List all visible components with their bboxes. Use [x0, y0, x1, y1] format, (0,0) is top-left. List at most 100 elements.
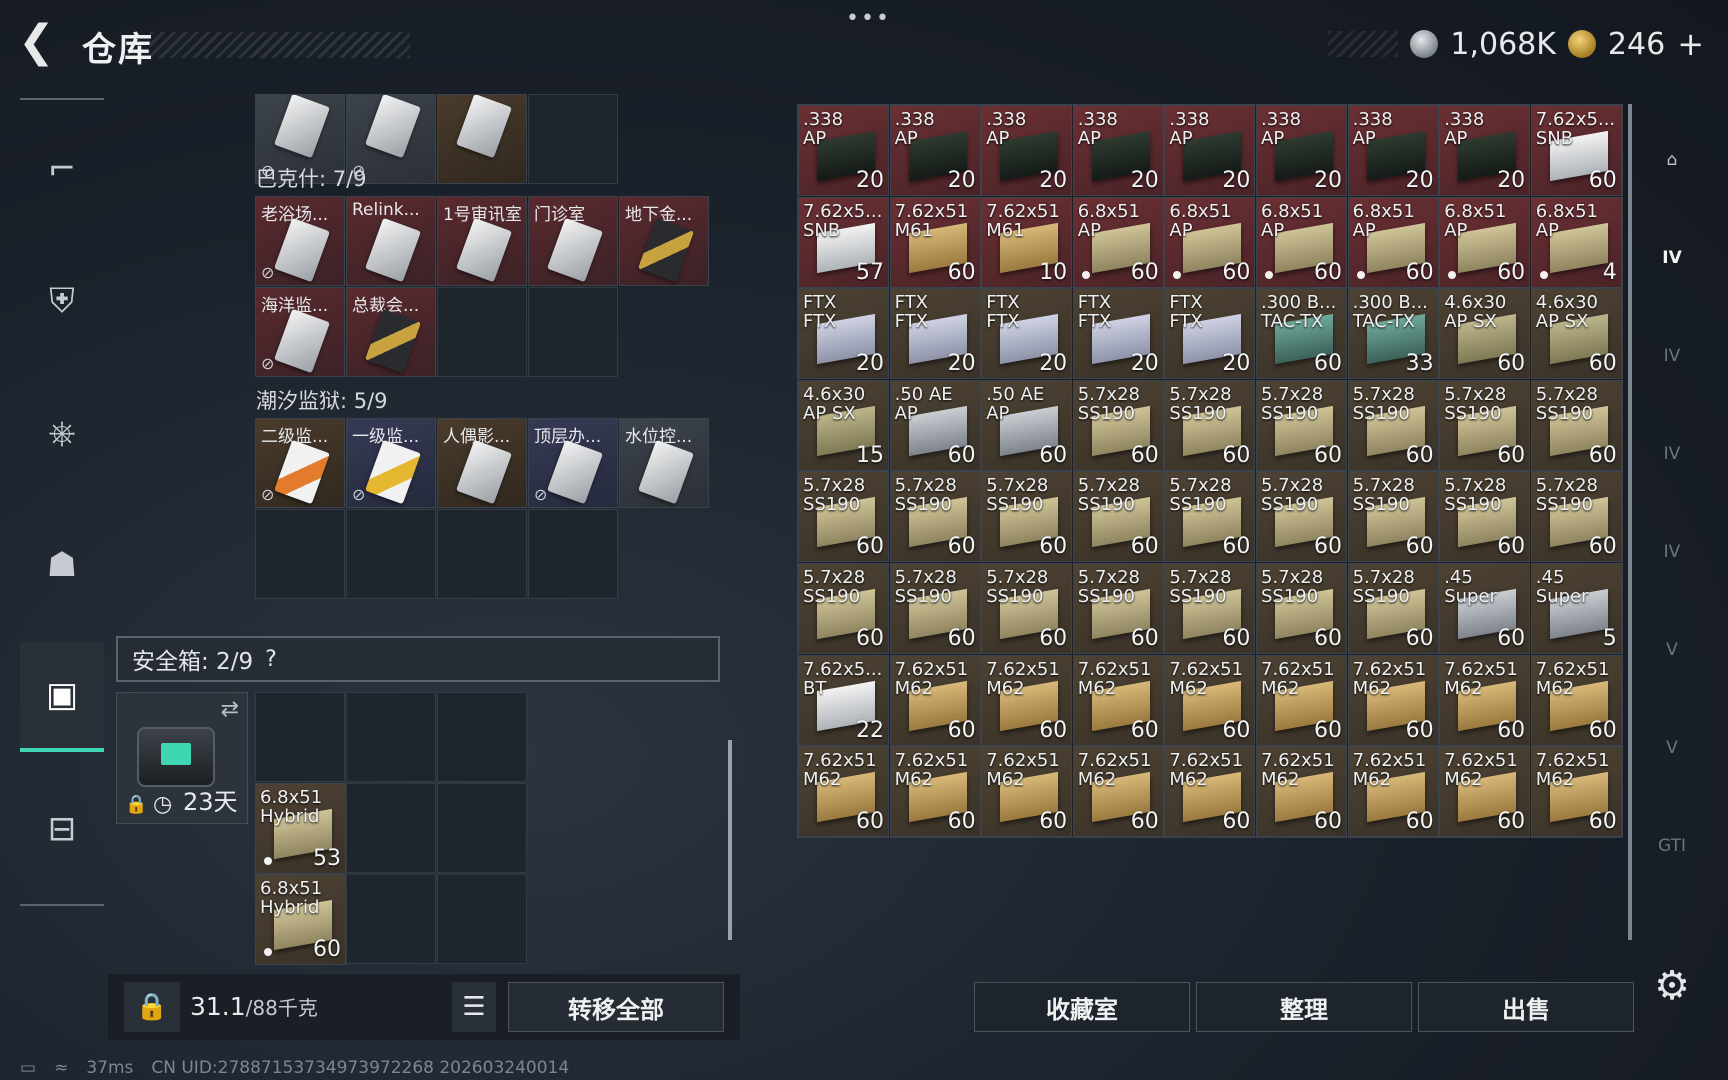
sidebar-item-briefcase[interactable]: ⊟ [20, 774, 104, 884]
ammo-slot[interactable]: 7.62x51 M62 60 [1256, 746, 1347, 838]
ammo-slot[interactable]: 7.62x5... SNB 57 [798, 196, 889, 288]
ammo-slot[interactable]: .338 AP 20 [889, 105, 981, 196]
swap-icon[interactable]: ⇄ [221, 697, 239, 722]
ammo-slot[interactable]: 5.7x28 SS190 60 [1164, 471, 1256, 563]
safebox-slot[interactable] [346, 692, 436, 782]
sidebar-item-safebox[interactable]: ▣ [20, 642, 104, 752]
ammo-slot[interactable]: .45 Super 5 [1530, 563, 1622, 654]
ammo-slot[interactable]: 5.7x28 SS190 60 [1164, 563, 1256, 654]
ammo-slot[interactable]: 7.62x51 M62 60 [1347, 654, 1439, 746]
ammo-slot[interactable]: 5.7x28 SS190 60 [1256, 563, 1347, 654]
ammo-slot[interactable]: 7.62x51 M62 60 [1072, 654, 1164, 746]
ammo-slot[interactable]: .338 AP 20 [798, 105, 889, 196]
ammo-slot[interactable]: 5.7x28 SS190 60 [798, 471, 889, 563]
ammo-slot[interactable]: 5.7x28 SS190 60 [1256, 379, 1347, 471]
key-card[interactable]: Relink... [346, 196, 436, 286]
ammo-slot[interactable]: 7.62x51 M62 60 [889, 746, 981, 838]
ammo-slot[interactable]: FTX FTX 20 [798, 288, 889, 380]
ammo-slot[interactable]: 7.62x51 M62 60 [1072, 746, 1164, 838]
ammo-slot[interactable]: FTX FTX 20 [981, 288, 1073, 380]
ammo-slot[interactable]: 7.62x51 M62 60 [1439, 746, 1531, 838]
ammo-slot[interactable]: 7.62x51 M62 60 [981, 746, 1073, 838]
storage-tab-8[interactable]: GTI [1644, 816, 1700, 876]
add-currency-button[interactable]: + [1677, 25, 1704, 63]
ammo-slot[interactable]: 5.7x28 SS190 60 [1439, 471, 1531, 563]
key-card[interactable]: 人偶影... [437, 418, 527, 508]
storage-tab-6[interactable]: V [1644, 620, 1700, 680]
ammo-slot[interactable]: 6.8x51 AP 60 [1439, 196, 1531, 288]
storage-tab-1[interactable]: ⌂ [1644, 130, 1700, 190]
sidebar-item-pistol[interactable]: ⌐ [20, 114, 104, 224]
key-card[interactable]: 门诊室 [528, 196, 618, 286]
sidebar-item-backpack[interactable]: ⎈ [20, 378, 104, 488]
ammo-slot[interactable]: 7.62x51 M62 60 [1347, 746, 1439, 838]
back-button[interactable]: ❮ [18, 20, 58, 66]
transfer-all-button[interactable]: 转移全部 [508, 982, 724, 1032]
ammo-slot[interactable]: 5.7x28 SS190 60 [1530, 471, 1622, 563]
ammo-slot[interactable]: 5.7x28 SS190 60 [798, 563, 889, 654]
ammo-slot[interactable]: 5.7x28 SS190 60 [1439, 379, 1531, 471]
ammo-slot[interactable]: 5.7x28 SS190 60 [1347, 563, 1439, 654]
key-card[interactable]: 海洋监... ⊘ [255, 287, 345, 377]
ammo-slot[interactable]: 5.7x28 SS190 60 [889, 471, 981, 563]
key-card[interactable]: 总裁会... [346, 287, 436, 377]
ammo-slot[interactable]: 5.7x28 SS190 60 [1256, 471, 1347, 563]
ammo-slot[interactable]: .50 AE AP 60 [981, 379, 1073, 471]
ammo-slot[interactable]: .338 AP 20 [1256, 105, 1347, 196]
key-card[interactable]: 老浴场... ⊘ [255, 196, 345, 286]
left-scrollbar[interactable] [728, 740, 732, 940]
ammo-slot[interactable]: 7.62x51 M62 60 [1164, 746, 1256, 838]
ammo-slot[interactable]: 6.8x51 AP 60 [1347, 196, 1439, 288]
ammo-slot[interactable]: 6.8x51 AP 60 [1164, 196, 1256, 288]
sort-button[interactable]: 整理 [1196, 982, 1412, 1032]
ammo-slot[interactable]: 4.6x30 AP SX 60 [1439, 288, 1531, 380]
ammo-slot[interactable]: .300 B... TAC-TX 33 [1347, 288, 1439, 380]
list-view-button[interactable]: ☰ [452, 982, 496, 1032]
key-card[interactable]: 一级监... ⊘ [346, 418, 436, 508]
right-scrollbar[interactable] [1628, 104, 1632, 940]
key-card[interactable]: 1号审讯室 [437, 196, 527, 286]
safebox-help-button[interactable]: ? [265, 647, 277, 672]
ammo-slot[interactable]: 7.62x51 M61 60 [889, 196, 981, 288]
safebox-container[interactable]: ⇄ 🔒 ◷ 23天 [116, 692, 248, 824]
safebox-slot[interactable] [255, 692, 345, 782]
ammo-slot[interactable]: 6.8x51 AP 60 [1072, 196, 1164, 288]
key-card[interactable]: 水位控... [619, 418, 709, 508]
ammo-slot[interactable]: .338 AP 20 [1347, 105, 1439, 196]
ammo-slot[interactable]: 7.62x51 M61 10 [981, 196, 1073, 288]
ammo-slot[interactable]: FTX FTX 20 [1164, 288, 1256, 380]
storage-tab-4[interactable]: IV [1644, 424, 1700, 484]
storage-tab-2[interactable]: IV [1644, 228, 1700, 288]
ammo-slot[interactable]: 7.62x51 M62 60 [981, 654, 1073, 746]
ammo-slot[interactable]: 6.8x51 AP 4 [1530, 196, 1622, 288]
ammo-slot[interactable]: FTX FTX 20 [889, 288, 981, 380]
key-card[interactable] [437, 94, 527, 184]
ammo-slot[interactable]: 5.7x28 SS190 60 [1530, 379, 1622, 471]
sidebar-item-pouch[interactable]: ☗ [20, 510, 104, 620]
safebox-slot[interactable] [346, 783, 436, 873]
ammo-slot[interactable]: 5.7x28 SS190 60 [1072, 471, 1164, 563]
safebox-slot[interactable] [437, 874, 527, 964]
more-menu-button[interactable]: ••• [846, 6, 891, 31]
ammo-slot[interactable]: 7.62x51 M62 60 [1164, 654, 1256, 746]
storage-tab-5[interactable]: IV [1644, 522, 1700, 582]
ammo-slot[interactable]: 5.7x28 SS190 60 [889, 563, 981, 654]
safebox-ammo-item[interactable]: 6.8x51 Hybrid 53 [255, 783, 346, 874]
ammo-slot[interactable]: 7.62x51 M62 60 [1530, 654, 1622, 746]
ammo-slot[interactable]: 7.62x51 M62 60 [798, 746, 889, 838]
key-card[interactable]: 顶层办... ⊘ [528, 418, 618, 508]
ammo-slot[interactable]: 7.62x51 M62 60 [889, 654, 981, 746]
ammo-slot[interactable]: FTX FTX 20 [1072, 288, 1164, 380]
ammo-slot[interactable]: .50 AE AP 60 [889, 379, 981, 471]
ammo-slot[interactable]: .338 AP 20 [1164, 105, 1256, 196]
storage-tab-7[interactable]: V [1644, 718, 1700, 778]
sidebar-item-vest[interactable]: ⛨ [20, 246, 104, 356]
ammo-slot[interactable]: 5.7x28 SS190 60 [1072, 563, 1164, 654]
key-card[interactable]: 二级监... ⊘ [255, 418, 345, 508]
ammo-slot[interactable]: 6.8x51 AP 60 [1256, 196, 1347, 288]
ammo-slot[interactable]: .338 AP 20 [1439, 105, 1531, 196]
ammo-slot[interactable]: 7.62x5... SNB 60 [1530, 105, 1622, 196]
ammo-slot[interactable]: 5.7x28 SS190 60 [981, 563, 1073, 654]
safebox-slot[interactable] [437, 783, 527, 873]
ammo-slot[interactable]: 7.62x5... BT 22 [798, 654, 889, 746]
